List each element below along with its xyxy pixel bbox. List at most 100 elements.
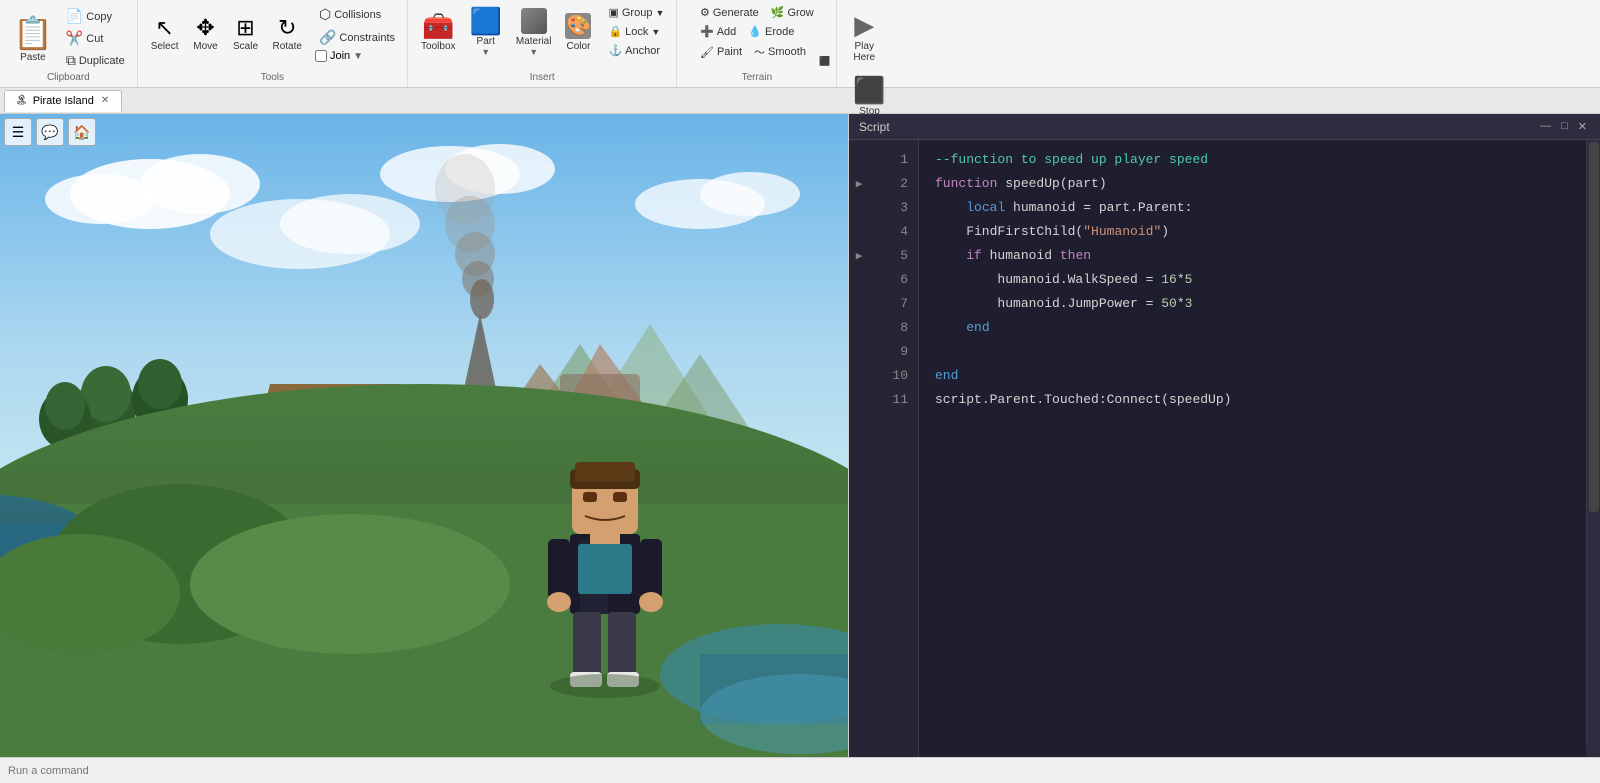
grow-button[interactable]: 🌿 Grow	[767, 4, 818, 21]
command-input[interactable]	[8, 765, 1592, 777]
material-button[interactable]: Material ▼	[511, 5, 557, 60]
viewport-menu-button[interactable]: ☰	[4, 118, 32, 146]
duplicate-button[interactable]: ⧉ Duplicate	[62, 50, 129, 71]
part-button[interactable]: 🟦 Part ▼	[465, 5, 507, 60]
scale-icon: ⊞	[236, 17, 254, 39]
smooth-icon: 〜	[754, 44, 765, 60]
script-top-buttons: — □ ✕	[1537, 120, 1590, 133]
script-resize-handle[interactable]	[1586, 743, 1600, 757]
script-minimize-button[interactable]: —	[1537, 120, 1554, 133]
tools-section: ↖ Select ✥ Move ⊞ Scale ↻ Rotate ⬡ Colli…	[138, 0, 408, 87]
anchor-icon: ⚓	[608, 44, 622, 57]
gutter-row[interactable]: ▶	[849, 244, 869, 268]
copy-button[interactable]: 📄 Copy	[62, 6, 129, 27]
code-line[interactable]: humanoid.JumpPower = 50*3	[935, 292, 1570, 316]
stop-icon: ⬛	[853, 75, 885, 106]
script-panel: Script — □ ✕ ▶▶ 1234567891011 --function…	[848, 114, 1600, 757]
code-line[interactable]: if humanoid then	[935, 244, 1570, 268]
code-line[interactable]: local humanoid = part.Parent:	[935, 196, 1570, 220]
clipboard-small-buttons: 📄 Copy ✂️ Cut ⧉ Duplicate	[62, 6, 129, 71]
constraints-button[interactable]: 🔗 Constraints	[315, 27, 399, 48]
collisions-button[interactable]: ⬡ Collisions	[315, 4, 399, 25]
code-editor[interactable]: --function to speed up player speedfunct…	[919, 140, 1586, 757]
gutter-row	[849, 316, 869, 340]
gutter-row	[849, 148, 869, 172]
lock-button[interactable]: 🔒 Lock ▼	[604, 23, 668, 40]
script-maximize-button[interactable]: □	[1558, 120, 1571, 133]
tab-label: Pirate Island	[33, 95, 94, 107]
tools-label: Tools	[138, 72, 407, 83]
viewport-home-button[interactable]: 🏠	[68, 118, 96, 146]
grow-icon: 🌿	[771, 6, 785, 19]
join-checkbox[interactable]	[315, 50, 327, 62]
script-scrollbar[interactable]	[1586, 140, 1600, 757]
gutter-row	[849, 388, 869, 412]
rotate-icon: ↻	[278, 17, 296, 39]
toolbox-button[interactable]: 🧰 Toolbox	[416, 10, 460, 55]
play-here-button[interactable]: ▶ Play Here	[845, 6, 883, 67]
move-button[interactable]: ✥ Move	[188, 14, 224, 55]
play-here-icon: ▶	[854, 10, 874, 41]
script-content: ▶▶ 1234567891011 --function to speed up …	[849, 140, 1600, 757]
cut-icon: ✂️	[66, 30, 83, 47]
gutter-row[interactable]: ▶	[849, 172, 869, 196]
copy-icon: 📄	[66, 8, 83, 25]
group-button[interactable]: ▣ Group ▼	[604, 4, 668, 21]
cut-button[interactable]: ✂️ Cut	[62, 28, 129, 49]
main-area: ☰ 💬 🏠 Script — □ ✕ ▶▶ 1234567891011 --fu…	[0, 114, 1600, 757]
code-line[interactable]: --function to speed up player speed	[935, 148, 1570, 172]
erode-icon: 💧	[748, 25, 762, 38]
gutter-row	[849, 292, 869, 316]
code-line[interactable]: FindFirstChild("Humanoid")	[935, 220, 1570, 244]
join-dropdown-arrow[interactable]: ▼	[353, 51, 363, 62]
edit-expand-icon[interactable]: ⬛	[819, 56, 830, 67]
select-icon: ↖	[155, 17, 173, 39]
material-dropdown[interactable]: ▼	[529, 47, 538, 57]
clipboard-section: 📋 Paste 📄 Copy ✂️ Cut ⧉ Duplicate	[0, 0, 138, 87]
play-section: ▶ Play Here ⬛ Stop ⚙ Game Settings 👥 Tea…	[837, 0, 905, 87]
code-line[interactable]: end	[935, 316, 1570, 340]
code-line[interactable]	[935, 340, 1570, 364]
anchor-button[interactable]: ⚓ Anchor	[604, 42, 668, 59]
add-terrain-icon: ➕	[700, 25, 714, 38]
scene-svg	[0, 114, 848, 757]
terrain-buttons: ⚙ Generate 🌿 Grow ➕ Add 💧 Erod	[696, 4, 818, 62]
scale-button[interactable]: ⊞ Scale	[228, 14, 264, 55]
paint-button[interactable]: 🖌 Paint	[696, 42, 746, 62]
smooth-button[interactable]: 〜 Smooth	[750, 42, 810, 62]
script-header: Script — □ ✕	[849, 114, 1600, 140]
script-title: Script	[859, 120, 890, 134]
code-gutter: ▶▶	[849, 140, 869, 757]
code-line[interactable]: end	[935, 364, 1570, 388]
rotate-button[interactable]: ↻ Rotate	[268, 14, 307, 55]
scrollbar-thumb[interactable]	[1589, 142, 1599, 512]
viewport-chat-button[interactable]: 💬	[36, 118, 64, 146]
gutter-row	[849, 268, 869, 292]
tab-close-button[interactable]: ✕	[99, 95, 111, 106]
paste-button[interactable]: 📋 Paste	[8, 12, 58, 65]
duplicate-icon: ⧉	[66, 52, 76, 69]
paint-icon: 🖌	[700, 46, 714, 59]
tab-icon: 🏝	[15, 95, 28, 106]
viewport-toolbar: ☰ 💬 🏠	[4, 118, 96, 146]
insert-label: Insert	[408, 72, 676, 83]
script-close-button[interactable]: ✕	[1575, 120, 1590, 133]
code-line[interactable]: humanoid.WalkSpeed = 16*5	[935, 268, 1570, 292]
toolbox-icon: 🧰	[422, 13, 454, 39]
gutter-row	[849, 196, 869, 220]
tab-pirate-island[interactable]: 🏝 Pirate Island ✕	[4, 90, 122, 112]
viewport[interactable]: ☰ 💬 🏠	[0, 114, 848, 757]
erode-button[interactable]: 💧 Erode	[744, 23, 798, 40]
constraints-icon: 🔗	[319, 29, 336, 46]
part-dropdown[interactable]: ▼	[481, 47, 490, 57]
code-line[interactable]: function speedUp(part)	[935, 172, 1570, 196]
group-icon: ▣	[608, 6, 618, 19]
code-line[interactable]: script.Parent.Touched:Connect(speedUp)	[935, 388, 1570, 412]
generate-button[interactable]: ⚙ Generate	[696, 4, 763, 21]
select-button[interactable]: ↖ Select	[146, 14, 184, 55]
paste-icon: 📋	[13, 14, 53, 52]
color-button[interactable]: 🎨 Color	[560, 10, 596, 55]
tabbar: 🏝 Pirate Island ✕	[0, 88, 1600, 114]
add-terrain-button[interactable]: ➕ Add	[696, 23, 740, 40]
edit-section: ⚙ Generate 🌿 Grow ➕ Add 💧 Erod	[677, 0, 837, 87]
